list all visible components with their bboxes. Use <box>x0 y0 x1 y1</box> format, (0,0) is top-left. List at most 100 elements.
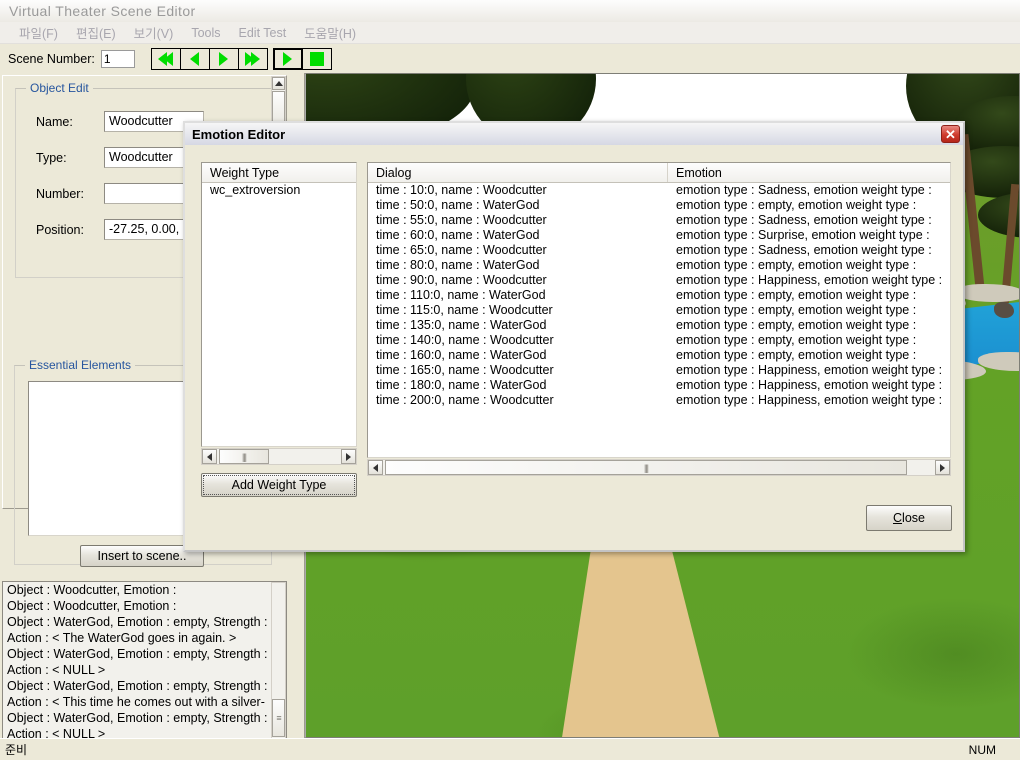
toolbar: Scene Number: <box>0 45 1020 73</box>
cell-dialog: time : 65:0, name : Woodcutter <box>376 243 547 257</box>
cell-emotion: emotion type : empty, emotion weight typ… <box>676 333 917 347</box>
list-item[interactable]: Object : Woodcutter, Emotion : <box>3 582 286 598</box>
scroll-right-button[interactable] <box>341 449 356 464</box>
scroll-grip: ≡ <box>276 713 281 723</box>
right-arrow-icon <box>219 52 229 66</box>
left-arrow-icon <box>190 52 200 66</box>
table-row[interactable]: time : 90:0, name : Woodcutter emotion ty… <box>368 273 950 288</box>
scroll-left-button[interactable] <box>368 460 383 475</box>
scroll-thumb[interactable]: ||| <box>219 449 269 464</box>
list-item[interactable]: Action : < NULL > <box>3 662 286 678</box>
cell-emotion: emotion type : Happiness, emotion weight… <box>676 378 943 392</box>
cell-dialog: time : 160:0, name : WaterGod <box>376 348 547 362</box>
menu-item-file[interactable]: 파일(F) <box>10 22 67 43</box>
menubar: 파일(F) 편집(E) 보기(V) Tools Edit Test 도움말(H) <box>0 22 1020 44</box>
list-item-label: Object : WaterGod, Emotion : empty, Stre… <box>7 647 268 661</box>
list-item[interactable]: Action : < This time he comes out with a… <box>3 694 286 710</box>
emotion-table[interactable]: Dialog Emotion time : 10:0, name : Woodc… <box>367 162 951 458</box>
rewind-button[interactable] <box>150 48 181 70</box>
table-row[interactable]: time : 115:0, name : Woodcutter emotion t… <box>368 303 950 318</box>
list-item-label: Action : < The WaterGod goes in again. > <box>7 631 237 645</box>
cell-dialog: time : 90:0, name : Woodcutter <box>376 273 547 287</box>
close-icon[interactable]: ✕ <box>941 125 960 143</box>
add-weight-type-button[interactable]: Add Weight Type <box>201 473 357 497</box>
weight-type-item-label: wc_extroversion <box>210 183 301 197</box>
cell-dialog: time : 80:0, name : WaterGod <box>376 258 540 272</box>
table-row[interactable]: time : 135:0, name : WaterGod emotion typ… <box>368 318 950 333</box>
weight-type-horizontal-scrollbar[interactable]: ||| <box>201 448 357 465</box>
stone-rock <box>994 302 1014 318</box>
cell-dialog: time : 135:0, name : WaterGod <box>376 318 547 332</box>
list-item[interactable]: Object : WaterGod, Emotion : empty, Stre… <box>3 614 286 630</box>
scroll-grip: ||| <box>643 463 649 473</box>
table-row[interactable]: time : 140:0, name : Woodcutter emotion t… <box>368 333 950 348</box>
menu-item-edit-test[interactable]: Edit Test <box>230 25 296 41</box>
menu-item-view[interactable]: 보기(V) <box>125 22 183 43</box>
list-item-label: Object : Woodcutter, Emotion : <box>7 599 177 613</box>
menu-item-edit[interactable]: 편집(E) <box>67 22 125 43</box>
field-row-position: Position: -27.25, 0.00, - <box>36 219 204 240</box>
application-window: Virtual Theater Scene Editor 파일(F) 편집(E)… <box>0 0 1020 760</box>
previous-button[interactable] <box>179 48 210 70</box>
dialog-titlebar[interactable]: Emotion Editor ✕ <box>185 123 963 145</box>
list-item[interactable]: Object : WaterGod, Emotion : empty, Stre… <box>3 710 286 726</box>
table-row[interactable]: time : 160:0, name : WaterGod emotion typ… <box>368 348 950 363</box>
scroll-thumb[interactable]: ≡ <box>272 699 285 737</box>
table-row[interactable]: time : 55:0, name : Woodcutter emotion ty… <box>368 213 950 228</box>
list-item[interactable]: Object : WaterGod, Emotion : empty, Stre… <box>3 646 286 662</box>
column-header-emotion[interactable]: Emotion <box>668 163 950 182</box>
cell-emotion: emotion type : empty, emotion weight typ… <box>676 258 917 272</box>
next-button[interactable] <box>208 48 239 70</box>
menu-item-tools[interactable]: Tools <box>182 25 229 41</box>
field-row-name: Name: Woodcutter <box>36 111 204 132</box>
weight-type-item[interactable]: wc_extroversion <box>202 183 356 198</box>
cell-emotion: emotion type : empty, emotion weight typ… <box>676 303 917 317</box>
table-row[interactable]: time : 110:0, name : WaterGod emotion typ… <box>368 288 950 303</box>
table-row[interactable]: time : 165:0, name : Woodcutter emotion t… <box>368 363 950 378</box>
table-row[interactable]: time : 200:0, name : Woodcutter emotion t… <box>368 393 950 408</box>
close-button[interactable]: Close <box>866 505 952 531</box>
double-left-arrow-icon <box>158 52 174 66</box>
chevron-left-icon <box>373 463 378 472</box>
table-row[interactable]: time : 180:0, name : WaterGod emotion typ… <box>368 378 950 393</box>
table-row[interactable]: time : 50:0, name : WaterGod emotion type… <box>368 198 950 213</box>
cell-dialog: time : 10:0, name : Woodcutter <box>376 183 547 197</box>
dialog-title: Emotion Editor <box>192 126 286 142</box>
scene-number-label: Scene Number: <box>8 52 95 66</box>
cell-dialog: time : 165:0, name : Woodcutter <box>376 363 554 377</box>
statusbar: 준비 NUM <box>0 738 1020 760</box>
log-vertical-scrollbar[interactable]: ≡ <box>271 582 286 760</box>
fast-forward-button[interactable] <box>237 48 268 70</box>
list-item-label: Object : WaterGod, Emotion : empty, Stre… <box>7 615 268 629</box>
play-button[interactable] <box>272 48 303 70</box>
log-rows: Object : Woodcutter, Emotion : Object : W… <box>3 582 286 760</box>
table-row[interactable]: time : 65:0, name : Woodcutter emotion ty… <box>368 243 950 258</box>
close-button-label: Close <box>893 511 925 525</box>
scene-log-list[interactable]: Object : Woodcutter, Emotion : Object : W… <box>2 581 287 760</box>
chevron-up-icon <box>274 81 283 86</box>
table-row[interactable]: time : 60:0, name : WaterGod emotion type… <box>368 228 950 243</box>
list-item[interactable]: Object : WaterGod, Emotion : empty, Stre… <box>3 678 286 694</box>
cell-dialog: time : 180:0, name : WaterGod <box>376 378 547 392</box>
scroll-up-button[interactable] <box>272 77 285 90</box>
field-row-number: Number: <box>36 183 204 204</box>
weight-type-list[interactable]: Weight Type wc_extroversion <box>201 162 357 447</box>
scene-number-input[interactable] <box>100 50 135 68</box>
scroll-right-button[interactable] <box>935 460 950 475</box>
close-accelerator: C <box>893 511 903 525</box>
scroll-left-button[interactable] <box>202 449 217 464</box>
table-row[interactable]: time : 80:0, name : WaterGod emotion type… <box>368 258 950 273</box>
cell-emotion: emotion type : empty, emotion weight typ… <box>676 288 917 302</box>
column-header-dialog[interactable]: Dialog <box>368 163 668 182</box>
chevron-left-icon <box>207 452 212 461</box>
table-row[interactable]: time : 10:0, name : Woodcutter emotion ty… <box>368 183 950 198</box>
cell-emotion: emotion type : Happiness, emotion weight… <box>676 273 943 287</box>
stop-button[interactable] <box>301 48 332 70</box>
list-item[interactable]: Object : Woodcutter, Emotion : <box>3 598 286 614</box>
cell-emotion: emotion type : empty, emotion weight typ… <box>676 348 917 362</box>
list-item[interactable]: Action : < The WaterGod goes in again. > <box>3 630 286 646</box>
cell-emotion: emotion type : Sadness, emotion weight t… <box>676 243 932 257</box>
emotion-table-horizontal-scrollbar[interactable]: ||| <box>367 459 951 476</box>
scroll-thumb[interactable]: ||| <box>385 460 907 475</box>
menu-item-help[interactable]: 도움말(H) <box>295 22 365 43</box>
